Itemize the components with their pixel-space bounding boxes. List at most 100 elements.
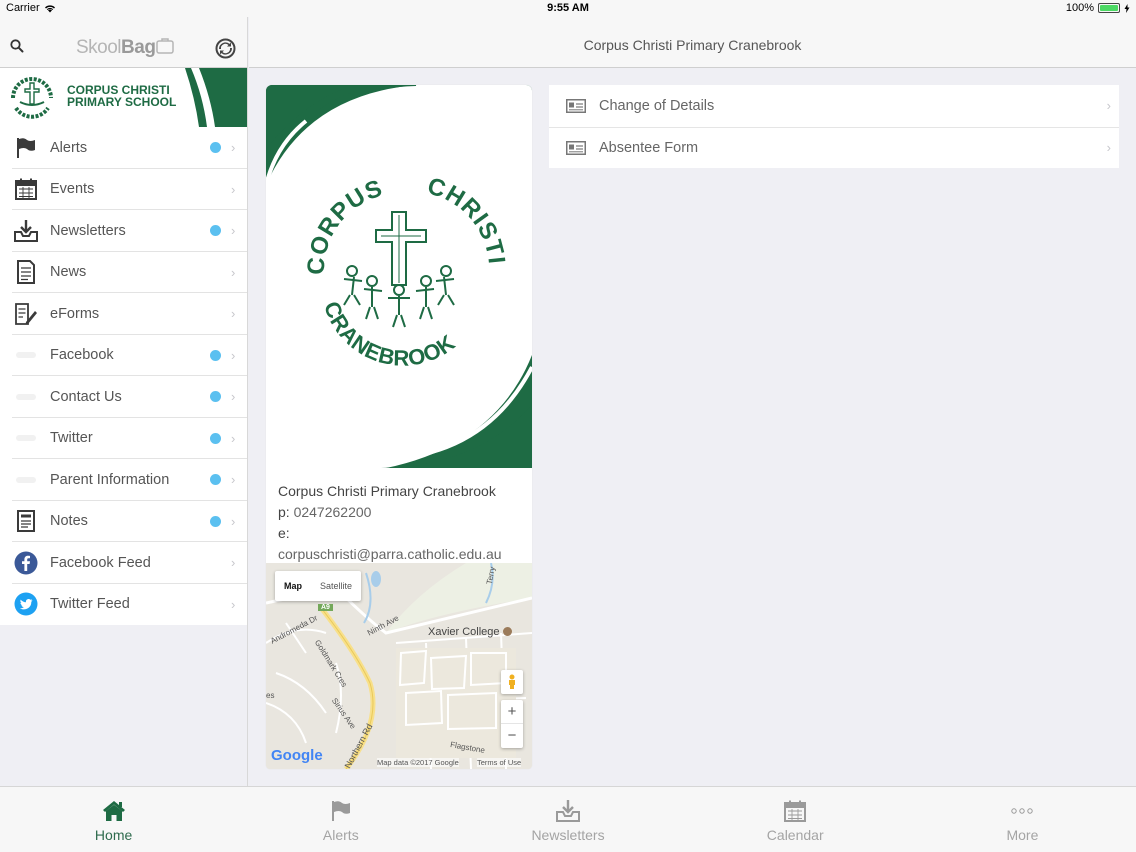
google-logo: Google [271,747,323,764]
flag-icon [13,135,39,161]
sidebar-item-parent-information[interactable]: Parent Information › [0,459,247,501]
sidebar-item-notes[interactable]: Notes › [0,501,247,543]
sidebar: SkoolBag CORPUS CHRISTI PRIMARY SCHOOL A… [0,17,248,786]
tab-newsletters[interactable]: Newsletters [454,787,681,852]
tab-label: Alerts [322,827,359,843]
sidebar-item-label: Twitter [50,430,93,447]
place-name: Xavier College [428,626,500,638]
brand-light-text: Skool [76,37,122,58]
tab-alerts[interactable]: Alerts [227,787,454,852]
blank-icon [13,384,39,410]
more-dots-icon [1010,798,1034,824]
sidebar-item-eforms[interactable]: eForms › [0,293,247,335]
blank-icon [13,425,39,451]
sidebar-item-facebook[interactable]: Facebook › [0,335,247,377]
calendar-icon [13,176,39,202]
sidebar-item-label: Contact Us [50,388,122,405]
sidebar-item-label: eForms [50,305,100,322]
form-row-change-of-details[interactable]: Change of Details › [549,85,1119,127]
eforms-list: Change of Details › Absentee Form › [549,85,1119,168]
map-tab-satellite[interactable]: Satellite [311,571,361,601]
school-logo-panel: CORPUS CHRISTI CRANEBROOK [266,85,532,468]
brand-bold-text: Bag [121,37,156,58]
unread-dot [210,349,221,361]
app-logo: SkoolBag [76,37,175,59]
place-marker-icon [502,627,512,636]
chevron-right-icon: › [231,555,236,571]
zoom-in-button[interactable]: + [501,700,523,724]
road-badge: A9 [318,604,333,611]
pegman-icon [509,674,515,689]
chevron-right-icon: › [231,306,236,322]
unread-dot [210,474,221,486]
tab-more[interactable]: More [909,787,1136,852]
school-card: CORPUS CHRISTI CRANEBROOK Corpus Christi… [266,85,532,769]
street-view-pegman-button[interactable] [501,670,523,694]
sidebar-menu: Alerts › Events › Newsletters › News › eForms › Fa… [0,127,247,625]
page-title: Corpus Christi Primary Cranebrook [583,37,802,53]
map-attribution: Map data ©2017 Google [377,758,459,767]
sidebar-item-twitter[interactable]: Twitter › [0,418,247,460]
top-nav-bar: Corpus Christi Primary Cranebrook [249,17,1136,68]
tab-calendar[interactable]: Calendar [682,787,909,852]
form-label: Change of Details [599,97,715,114]
sync-icon[interactable] [215,38,236,59]
twitter-icon [13,591,39,617]
form-row-absentee-form[interactable]: Absentee Form › [549,126,1119,169]
form-label: Absentee Form [599,139,699,156]
sidebar-item-label: Twitter Feed [50,596,130,613]
tab-label: Calendar [766,827,824,843]
school-name-line2: PRIMARY SCHOOL [67,95,177,109]
sidebar-item-facebook-feed[interactable]: Facebook Feed › [0,542,247,584]
chevron-right-icon: › [231,181,236,197]
sidebar-item-label: Facebook Feed [50,554,151,571]
sidebar-item-news[interactable]: News › [0,252,247,294]
sidebar-item-label: News [50,264,87,281]
blank-icon [13,342,39,368]
tab-home[interactable]: Home [0,787,227,852]
tab-label: More [1006,827,1039,843]
unread-dot [210,391,221,403]
map-tab-map[interactable]: Map [275,571,311,601]
banner-swoosh-decoration [185,68,247,127]
document-icon [13,259,39,285]
search-icon[interactable] [10,39,24,53]
chevron-right-icon: › [1106,140,1111,156]
chevron-right-icon: › [231,140,236,156]
chevron-right-icon: › [231,347,236,363]
sidebar-item-contact-us[interactable]: Contact Us › [0,376,247,418]
sidebar-item-alerts[interactable]: Alerts › [0,127,247,169]
sidebar-item-label: Alerts [50,139,88,156]
sidebar-item-twitter-feed[interactable]: Twitter Feed › [0,584,247,626]
sidebar-item-events[interactable]: Events › [0,169,247,211]
facebook-icon [13,550,39,576]
bottom-tab-bar: Home Alerts Newsletters Calendar More [0,786,1136,852]
map-zoom-controls: + − [501,700,523,748]
flag-icon [329,798,353,824]
chevron-right-icon: › [231,264,236,280]
sidebar-item-newsletters[interactable]: Newsletters › [0,210,247,252]
phone-label: p: [278,504,290,520]
tab-label: Newsletters [531,827,605,843]
school-seal-logo [8,74,56,122]
school-banner: CORPUS CHRISTI PRIMARY SCHOOL [0,68,247,127]
inbox-download-icon [555,798,581,824]
contact-school-name: Corpus Christi Primary Cranebrook [278,483,496,499]
street-label: es [266,691,275,700]
location-map[interactable]: Map Satellite A9 Xavier College Andromed… [266,563,532,769]
sidebar-item-label: Notes [50,513,88,530]
id-card-icon [566,140,586,155]
clock: 9:55 AM [547,2,589,14]
phone-link[interactable]: 0247262200 [294,504,372,520]
charging-icon [1124,3,1130,13]
school-logo-graphic: CORPUS CHRISTI CRANEBROOK [266,85,532,468]
notes-icon [13,508,39,534]
sidebar-item-label: Events [50,181,95,198]
zoom-out-button[interactable]: − [501,724,523,747]
map-terms-link[interactable]: Terms of Use [477,758,522,767]
unread-dot [210,225,221,237]
chevron-right-icon: › [231,389,236,405]
map-type-toggle: Map Satellite [275,571,362,601]
place-label-xavier-college: Xavier College [428,626,512,638]
email-link[interactable]: corpuschristi@parra.catholic.edu.au [278,544,520,565]
